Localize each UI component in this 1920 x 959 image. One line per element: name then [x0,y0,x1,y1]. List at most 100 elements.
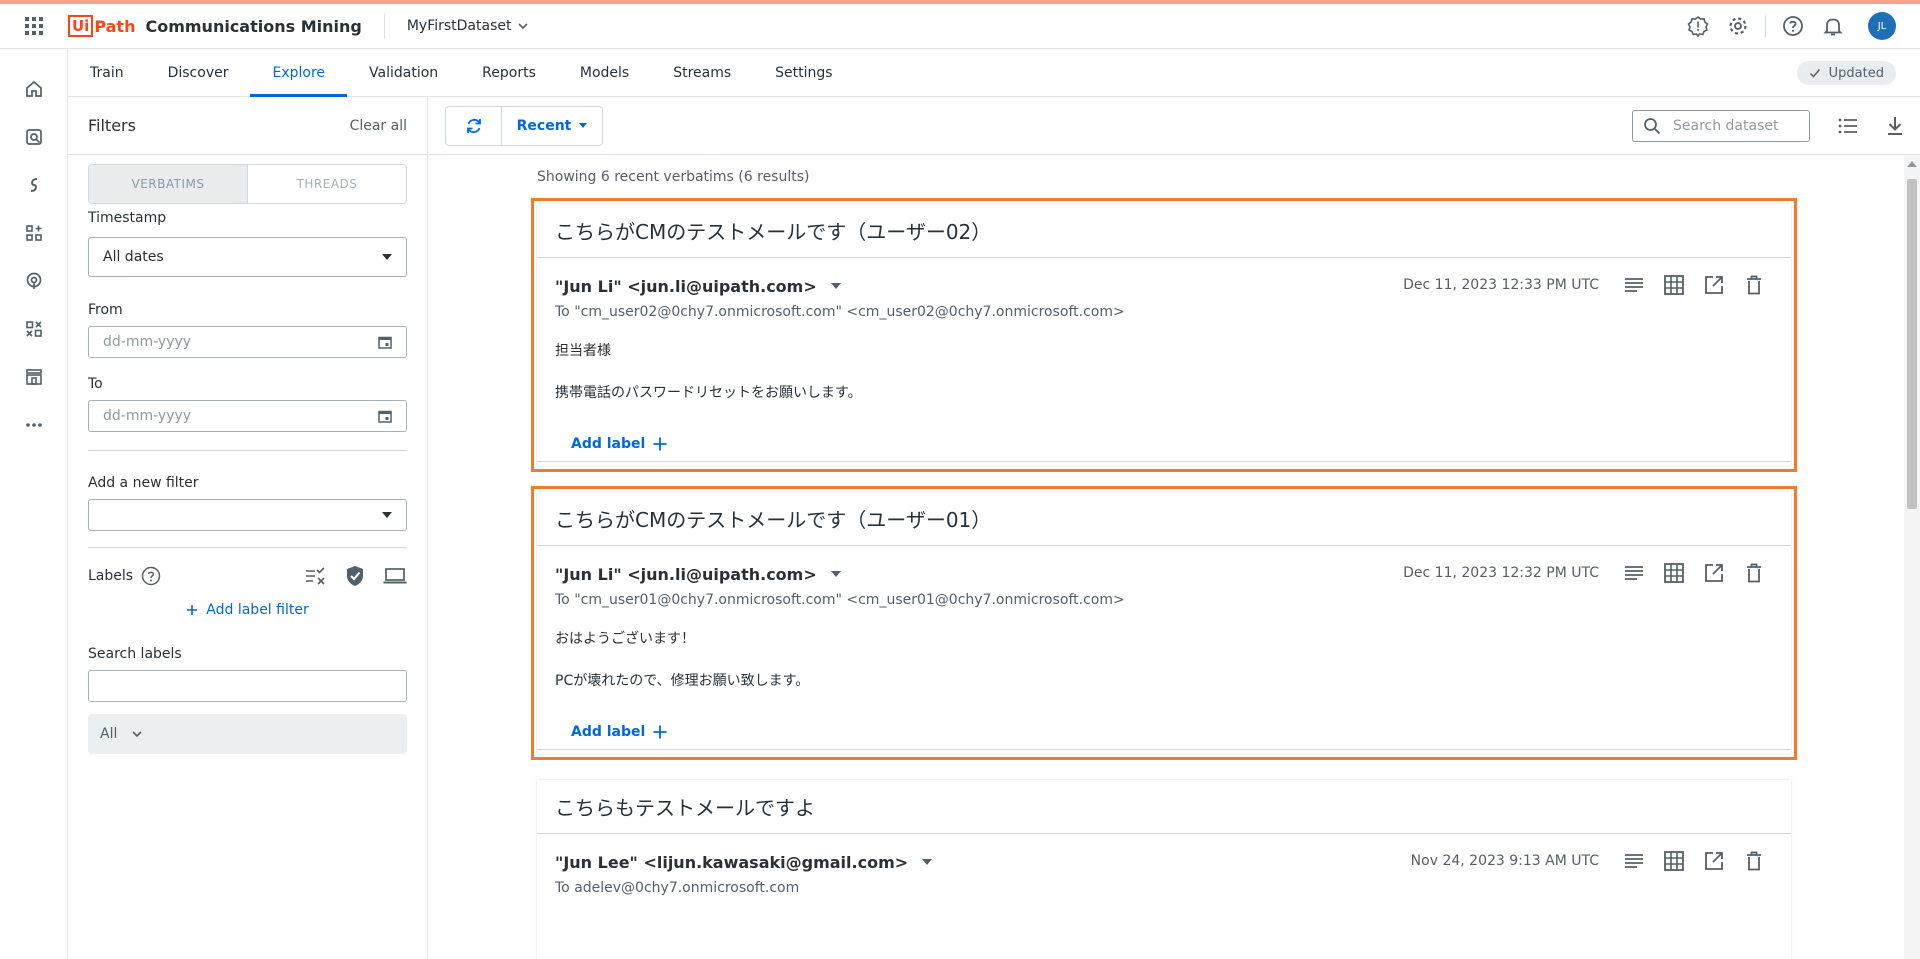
datasets-icon[interactable] [0,113,68,161]
label-group-value: All [100,726,118,742]
recipient-line: To adelev@0chy7.onmicrosoft.com [555,880,800,896]
threads-toggle-button[interactable]: THREADS [248,165,406,203]
filters-divider [88,450,407,451]
filters-panel: Filters Clear all VERBATIMS THREADS Time… [68,97,428,959]
timestamp-select[interactable]: All dates [88,237,407,277]
labels-label: Labels [88,568,134,584]
recent-label: Recent [516,117,572,134]
message-date: Dec 11, 2023 12:32 PM UTC [1403,565,1599,581]
filters-header: Filters Clear all [68,97,427,155]
home-icon[interactable] [0,65,68,113]
filters-title: Filters [88,116,136,135]
download-icon[interactable] [1886,116,1904,136]
search-icon [1644,117,1661,134]
sources-icon[interactable] [0,161,68,209]
tab-settings[interactable]: Settings [753,49,854,96]
verbatims-toggle-button[interactable]: VERBATIMS [89,165,248,203]
laptop-icon[interactable] [383,567,407,585]
integrations-icon[interactable] [0,209,68,257]
card-divider [537,749,1791,750]
chevron-down-icon [132,731,142,738]
explore-main: Recent Search dataset Showing 6 recent v… [429,97,1920,959]
search-dataset-input[interactable]: Search dataset [1632,109,1810,142]
text-view-icon[interactable] [1623,274,1645,296]
table-view-icon[interactable] [1663,850,1685,872]
sender-name: "Jun Li" <jun.li@uipath.com> [555,276,817,296]
to-date-input[interactable]: dd-mm-yyyy [88,400,407,432]
scrollbar-thumb[interactable] [1907,179,1917,509]
from-date-input[interactable]: dd-mm-yyyy [88,326,407,358]
alert-badge-icon[interactable] [1685,13,1711,39]
results-list: Showing 6 recent verbatims (6 results) こ… [429,155,1904,959]
text-view-icon[interactable] [1623,562,1645,584]
uipath-logo[interactable]: Ui Path Communications Mining [68,4,362,49]
tab-discover[interactable]: Discover [146,49,251,96]
verbatim-card[interactable]: こちらがCMのテストメールです（ユーザー01） "Jun Li" <jun.li… [531,486,1797,760]
open-external-icon[interactable] [1703,562,1725,584]
user-avatar[interactable]: JL [1868,12,1896,40]
table-view-icon[interactable] [1663,274,1685,296]
refresh-button[interactable] [446,106,502,145]
add-label-filter-label: Add label filter [206,602,309,618]
add-filter-label: Add a new filter [88,475,199,491]
tab-explore[interactable]: Explore [250,49,347,97]
updated-label: Updated [1828,65,1884,81]
help-circle-icon[interactable] [141,566,161,586]
shield-check-icon[interactable] [345,565,365,587]
tab-train[interactable]: Train [68,49,146,96]
delete-trash-icon[interactable] [1743,562,1765,584]
table-view-icon[interactable] [1663,562,1685,584]
open-external-icon[interactable] [1703,274,1725,296]
card-subject: こちらもテストメールですよ [537,780,1791,834]
delete-trash-icon[interactable] [1743,850,1765,872]
to-date-placeholder: dd-mm-yyyy [103,408,192,424]
add-filter-select[interactable] [88,499,407,531]
results-count-text: Showing 6 recent verbatims (6 results) [537,169,810,185]
recent-sort-dropdown[interactable]: Recent [502,107,602,145]
search-labels-input[interactable] [88,670,407,702]
card-divider [537,461,1791,462]
text-view-icon[interactable] [1623,850,1645,872]
add-label-text: Add label [571,436,646,452]
verbatim-card[interactable]: こちらもテストメールですよ "Jun Lee" <lijun.kawasaki@… [537,780,1791,959]
scroll-up-arrow[interactable] [1907,161,1917,167]
more-options-icon[interactable] [0,401,68,449]
label-group-select[interactable]: All [88,714,407,754]
left-nav-rail [0,49,68,959]
open-external-icon[interactable] [1703,850,1725,872]
card-subject: こちらがCMのテストメールです（ユーザー02） [537,204,1791,258]
add-label-filter-button[interactable]: Add label filter [88,602,407,618]
dataset-selector[interactable]: MyFirstDataset [407,18,530,34]
timestamp-label: Timestamp [88,210,167,226]
updated-status-badge: Updated [1796,61,1896,85]
admin-building-icon[interactable] [0,353,68,401]
notifications-bell-icon[interactable] [1820,13,1846,39]
timestamp-value: All dates [103,249,164,265]
tab-reports[interactable]: Reports [460,49,558,96]
tab-models[interactable]: Models [558,49,651,96]
tab-validation[interactable]: Validation [347,49,460,96]
recipient-line: To "cm_user02@0chy7.onmicrosoft.com" <cm… [555,304,1125,320]
message-date: Dec 11, 2023 12:33 PM UTC [1403,277,1599,293]
caret-down-icon[interactable] [922,859,933,865]
caret-down-icon[interactable] [830,571,841,577]
tab-streams[interactable]: Streams [651,49,753,96]
checkmark-icon [1809,69,1820,78]
clear-all-button[interactable]: Clear all [350,118,407,134]
models-icon[interactable] [0,305,68,353]
delete-trash-icon[interactable] [1743,274,1765,296]
settings-gear-icon[interactable] [1725,13,1751,39]
caret-down-icon[interactable] [830,283,841,289]
results-scrollbar[interactable] [1904,155,1920,959]
calendar-icon [378,410,392,423]
list-view-icon[interactable] [1838,118,1858,134]
checklist-filter-icon[interactable] [305,567,327,585]
add-label-button[interactable]: Add label [571,436,667,452]
plus-icon [187,605,198,615]
apps-grid-icon[interactable] [0,4,68,49]
add-label-button[interactable]: Add label [571,724,667,740]
help-icon[interactable] [1780,13,1806,39]
streams-icon[interactable] [0,257,68,305]
verbatim-card[interactable]: こちらがCMのテストメールです（ユーザー02） "Jun Li" <jun.li… [531,198,1797,472]
add-label-text: Add label [571,724,646,740]
